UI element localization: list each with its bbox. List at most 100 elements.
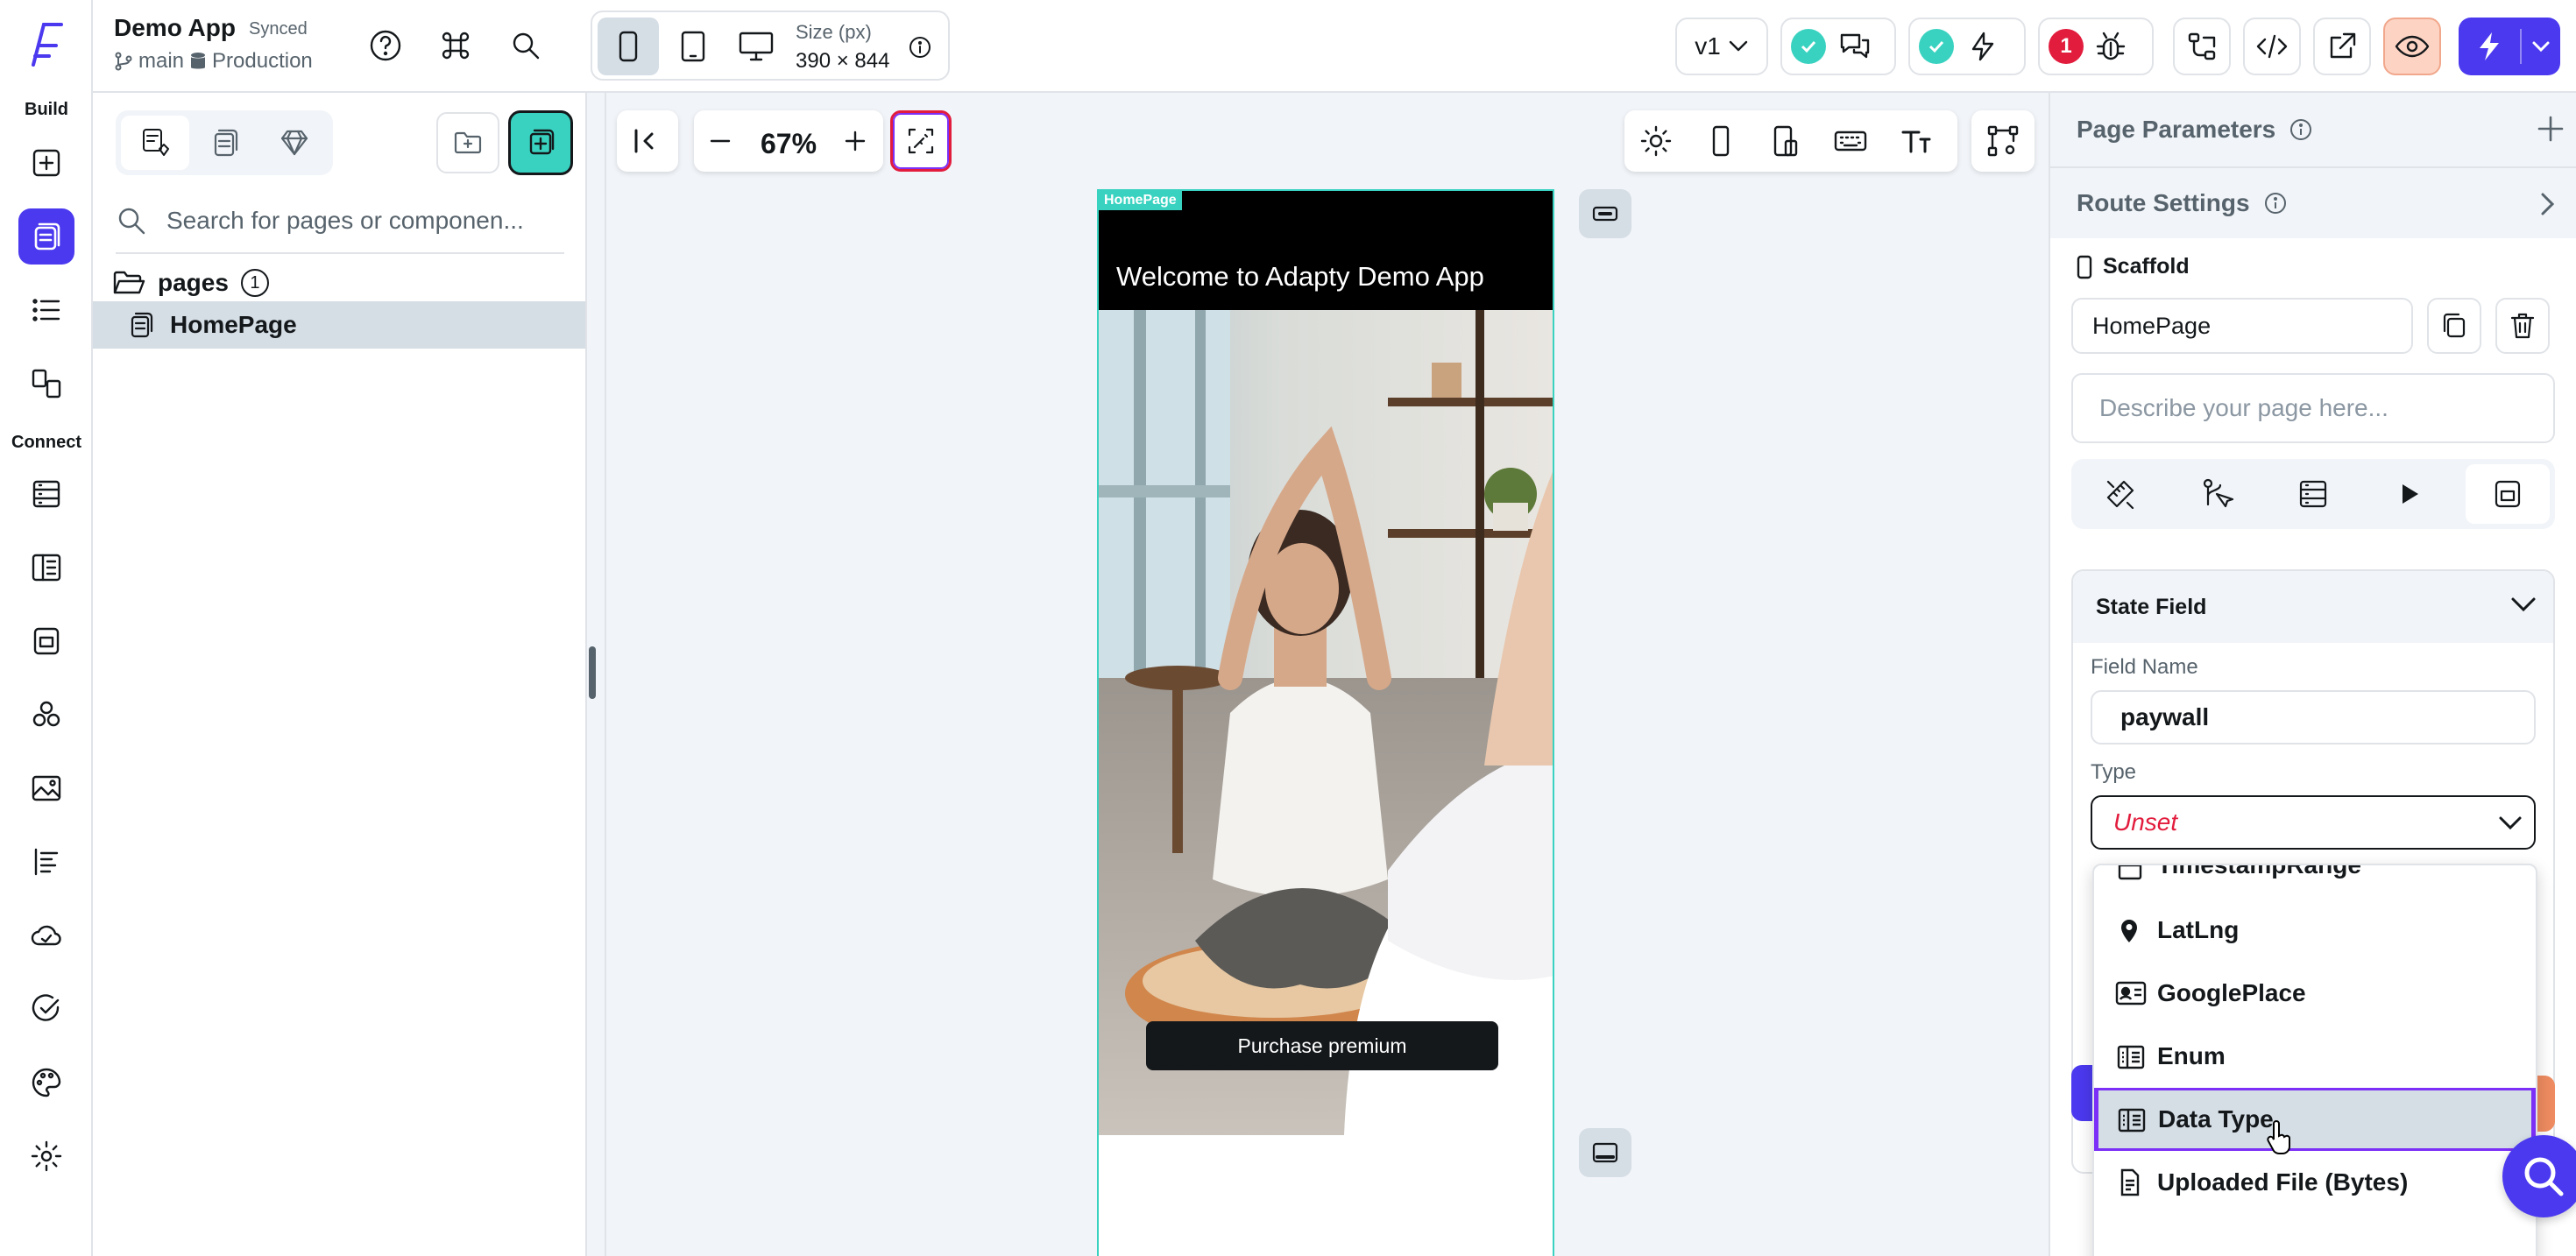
app-name[interactable]: Demo App: [114, 14, 236, 42]
text-align-icon[interactable]: [18, 834, 74, 890]
file-upload-icon: [2120, 1168, 2140, 1196]
open-external-icon[interactable]: [2313, 18, 2371, 75]
components-diamond-icon[interactable]: [263, 116, 326, 170]
app-state-icon[interactable]: [18, 613, 74, 669]
collapse-panel-icon[interactable]: [617, 110, 678, 172]
pages-components-tab-icon[interactable]: [121, 116, 189, 170]
pages-folder[interactable]: pages 1: [107, 259, 580, 307]
state-management-tab-icon[interactable]: [2466, 464, 2550, 524]
toggle-nav-bar-icon[interactable]: [1579, 1128, 1631, 1177]
responsive-icon[interactable]: [1768, 123, 1803, 159]
tablet-device-icon[interactable]: [662, 18, 724, 75]
app-bar-title: Welcome to Adapty Demo App: [1116, 261, 1484, 292]
search-input[interactable]: Search for pages or componen...: [166, 207, 524, 235]
comments-status[interactable]: [1780, 18, 1896, 75]
page-selector-icon[interactable]: [18, 208, 74, 265]
widget-settings-icon[interactable]: [1971, 110, 2035, 172]
folder-label: pages: [158, 269, 229, 296]
actions-status[interactable]: [1908, 18, 2026, 75]
dropdown-item-label: TimestampRange: [2157, 864, 2361, 878]
type-select[interactable]: Unset: [2091, 795, 2536, 850]
dropdown-item-uploaded-file[interactable]: Uploaded File (Bytes): [2094, 1151, 2536, 1214]
toggle-app-bar-icon[interactable]: [1579, 189, 1631, 238]
chevron-down-icon: [2499, 816, 2522, 830]
chevron-down-icon[interactable]: [2522, 40, 2560, 53]
page-name-field[interactable]: HomePage: [2071, 298, 2413, 354]
add-parameter-icon[interactable]: [2536, 114, 2565, 144]
light-mode-icon[interactable]: [1638, 123, 1674, 159]
page-selector-panel: Search for pages or componen... pages 1 …: [93, 93, 587, 1256]
command-palette-icon[interactable]: [438, 28, 473, 63]
data-types-icon[interactable]: [18, 540, 74, 596]
widget-tree-icon[interactable]: [18, 282, 74, 338]
help-search-fab[interactable]: [2502, 1135, 2576, 1217]
page-description-field[interactable]: Describe your page here...: [2071, 373, 2555, 443]
properties-tab-icon[interactable]: [2080, 466, 2161, 522]
chevron-down-icon: [1729, 40, 1747, 52]
search-icon: [2524, 1157, 2564, 1196]
add-widget-icon[interactable]: [18, 135, 74, 191]
list-icon: [2118, 1108, 2146, 1133]
help-icon[interactable]: [368, 28, 403, 63]
resize-handle[interactable]: [589, 646, 596, 699]
field-name-input[interactable]: paywall: [2091, 690, 2536, 744]
page-item-homepage[interactable]: HomePage: [93, 301, 585, 349]
settings-gear-icon[interactable]: [18, 1128, 74, 1184]
purchase-premium-button[interactable]: Purchase premium: [1146, 1021, 1498, 1070]
desktop-device-icon[interactable]: [725, 18, 787, 75]
mobile-frame-icon[interactable]: [1703, 123, 1738, 159]
keyboard-icon[interactable]: [1833, 123, 1868, 159]
preview-eye-icon[interactable]: [2383, 18, 2441, 75]
delete-page-icon[interactable]: [2495, 298, 2550, 354]
page-search[interactable]: Search for pages or componen...: [116, 189, 564, 254]
ai-generate-icon[interactable]: [890, 110, 952, 172]
dropdown-item-googleplace[interactable]: GooglePlace: [2094, 962, 2536, 1025]
testing-icon[interactable]: [18, 981, 74, 1037]
panel-splitter[interactable]: [587, 93, 606, 1256]
branching-icon[interactable]: [2173, 18, 2231, 75]
flutterflow-logo[interactable]: [26, 21, 67, 68]
scaffold-header: Scaffold: [2077, 254, 2190, 279]
dropdown-item-timestamprange[interactable]: TimestampRange: [2094, 864, 2536, 899]
type-label: Type: [2091, 760, 2137, 784]
zoom-in-icon[interactable]: [838, 123, 873, 159]
new-folder-icon[interactable]: [436, 112, 499, 173]
run-button[interactable]: [2459, 18, 2560, 75]
text-scale-icon[interactable]: [1898, 123, 1933, 159]
firestore-icon[interactable]: [18, 466, 74, 522]
code-view-icon[interactable]: [2243, 18, 2301, 75]
dropdown-item-enum[interactable]: Enum: [2094, 1025, 2536, 1088]
issues-status[interactable]: 1: [2038, 18, 2154, 75]
custom-code-icon[interactable]: [18, 687, 74, 743]
actions-tab-icon[interactable]: [2176, 466, 2257, 522]
top-bar: Demo App Synced main Production Size (px…: [93, 0, 2576, 93]
info-icon[interactable]: [2264, 192, 2287, 215]
build-section-label: Build: [25, 100, 68, 119]
info-icon[interactable]: [908, 35, 932, 60]
theme-icon[interactable]: [18, 1055, 74, 1111]
location-pin-icon: [2121, 920, 2137, 942]
hero-image[interactable]: [1099, 310, 1553, 1135]
pages-list-tab-icon[interactable]: [195, 116, 258, 170]
size-value[interactable]: 390 × 844: [796, 49, 889, 74]
mobile-device-icon[interactable]: [598, 18, 659, 75]
dropdown-item-data-type[interactable]: Data Type: [2094, 1088, 2536, 1154]
lightning-icon: [1971, 32, 1994, 61]
state-field-header[interactable]: State Field: [2073, 571, 2553, 643]
info-icon[interactable]: [2289, 118, 2312, 141]
dropdown-item-latlng[interactable]: LatLng: [2094, 899, 2536, 962]
search-icon[interactable]: [508, 28, 543, 63]
page-parameters-section[interactable]: Page Parameters: [2050, 93, 2576, 166]
storyboard-icon[interactable]: [18, 356, 74, 412]
add-page-button[interactable]: [508, 110, 573, 175]
backend-query-tab-icon[interactable]: [2273, 466, 2353, 522]
device-preview-frame: Welcome to Adapty Demo App HomePage Purc…: [1097, 189, 1554, 1256]
route-settings-section[interactable]: Route Settings: [2050, 166, 2576, 238]
version-selector[interactable]: v1: [1675, 18, 1768, 75]
cloud-icon[interactable]: [18, 907, 74, 963]
branch-selector[interactable]: main Production: [114, 49, 313, 74]
animations-play-icon[interactable]: [2369, 466, 2450, 522]
duplicate-page-icon[interactable]: [2427, 298, 2481, 354]
media-assets-icon[interactable]: [18, 760, 74, 816]
page-tag: HomePage: [1099, 191, 1182, 210]
